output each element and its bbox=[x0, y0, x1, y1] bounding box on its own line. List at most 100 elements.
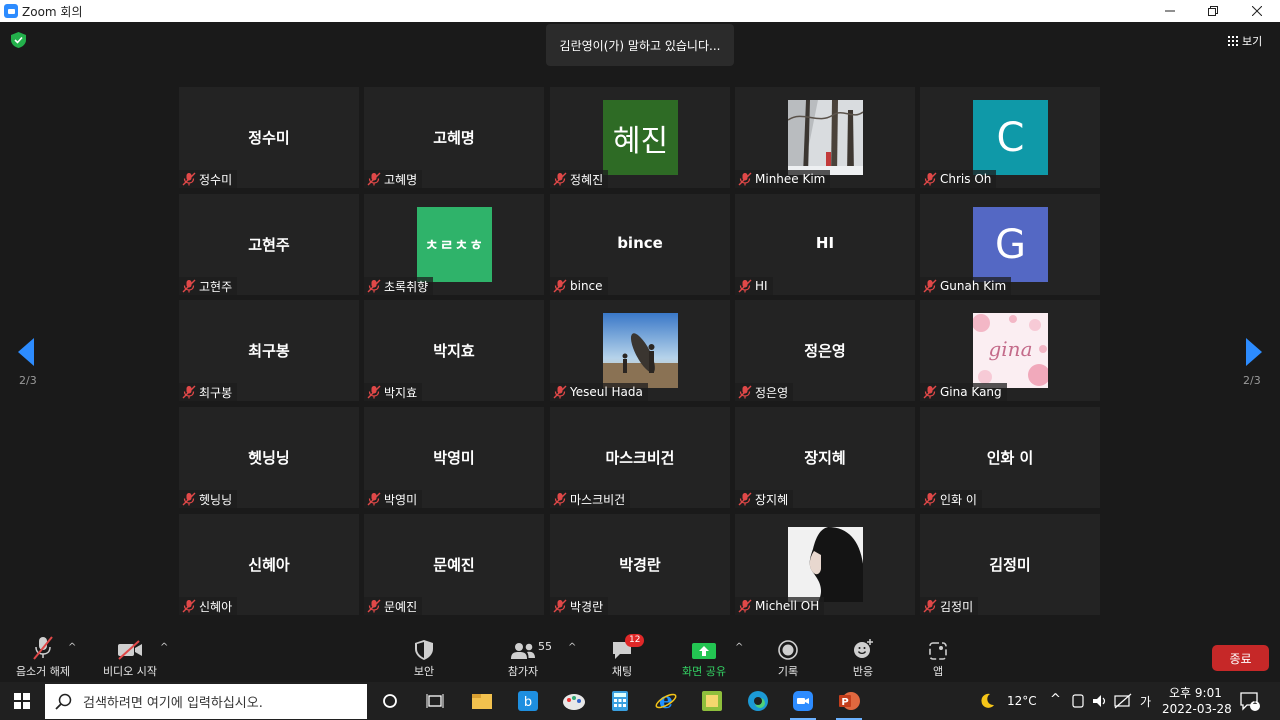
microphone-muted-icon bbox=[33, 636, 53, 660]
calculator-icon[interactable] bbox=[605, 686, 635, 716]
participant-tile[interactable]: bince bince bbox=[550, 194, 730, 295]
task-view-icon[interactable] bbox=[420, 686, 450, 716]
muted-microphone-icon bbox=[738, 492, 752, 506]
taskbar-search-box[interactable]: 검색하려면 여기에 입력하십시오. bbox=[45, 684, 367, 719]
participant-name-label: 헷닝닝 bbox=[199, 492, 233, 507]
participant-name-label: 장지혜 bbox=[755, 492, 789, 507]
participant-tile[interactable]: Yeseul Hada bbox=[550, 300, 730, 401]
cortana-icon[interactable] bbox=[375, 686, 405, 716]
windows-start-icon[interactable] bbox=[14, 693, 30, 709]
participant-tile[interactable]: 고혜명 고혜명 bbox=[364, 87, 544, 188]
participant-display-name: 문예진 bbox=[433, 556, 475, 574]
participant-name-label: 신혜아 bbox=[199, 599, 233, 614]
minimize-button[interactable] bbox=[1147, 0, 1193, 22]
internet-explorer-icon[interactable]: e bbox=[651, 686, 681, 716]
reactions-button[interactable]: 반응 bbox=[843, 632, 883, 682]
audio-options-caret-icon[interactable]: ^ bbox=[68, 642, 76, 653]
next-page-arrow-icon[interactable] bbox=[1244, 338, 1262, 366]
participant-tile[interactable]: 마스크비건 마스크비건 bbox=[550, 407, 730, 508]
store-app-icon[interactable]: b bbox=[513, 686, 543, 716]
prev-page-arrow-icon[interactable] bbox=[18, 338, 36, 366]
participant-name-tag: Gina Kang bbox=[920, 383, 1007, 401]
participant-tile[interactable]: 정수미 정수미 bbox=[179, 87, 359, 188]
tray-device-icon[interactable] bbox=[1071, 693, 1085, 709]
edge-browser-icon[interactable] bbox=[743, 686, 773, 716]
participant-tile[interactable]: 고현주 고현주 bbox=[179, 194, 359, 295]
notification-center-icon[interactable] bbox=[1240, 692, 1262, 712]
volume-icon[interactable] bbox=[1092, 693, 1108, 709]
participant-tile[interactable]: 박지효 박지효 bbox=[364, 300, 544, 401]
muted-microphone-icon bbox=[923, 172, 937, 186]
participant-tile[interactable]: 정은영 정은영 bbox=[735, 300, 915, 401]
participant-name-tag: 헷닝닝 bbox=[179, 490, 238, 508]
clock-time[interactable]: 오후 9:01 bbox=[1169, 684, 1222, 701]
avatar-initials: C bbox=[996, 114, 1025, 161]
participant-tile[interactable]: 문예진 문예진 bbox=[364, 514, 544, 615]
paint-app-icon[interactable] bbox=[559, 686, 589, 716]
participants-caret-icon[interactable]: ^ bbox=[568, 642, 576, 653]
participant-name-tag: 정혜진 bbox=[550, 170, 609, 188]
participant-tile[interactable]: HI HI bbox=[735, 194, 915, 295]
avatar-initials: ㅊㄹㅊㅎ bbox=[424, 236, 485, 254]
participant-name-label: Michell OH bbox=[755, 599, 820, 613]
apps-button[interactable]: 앱 bbox=[924, 632, 952, 682]
share-screen-arrow-icon bbox=[692, 643, 716, 659]
participant-tile[interactable]: 김정미 김정미 bbox=[920, 514, 1100, 615]
powerpoint-icon[interactable]: P bbox=[834, 686, 864, 720]
profile-photo bbox=[788, 100, 863, 175]
chat-button[interactable]: 12 채팅 bbox=[604, 632, 645, 682]
unmute-button[interactable]: 음소거 해제 bbox=[10, 632, 76, 682]
share-options-caret-icon[interactable]: ^ bbox=[735, 642, 743, 653]
sticky-notes-icon[interactable] bbox=[697, 686, 727, 716]
participant-display-name: 박지효 bbox=[433, 342, 475, 360]
participant-tile[interactable]: G Gunah Kim bbox=[920, 194, 1100, 295]
participant-name-tag: 장지혜 bbox=[735, 490, 794, 508]
participant-tile[interactable]: 장지혜 장지혜 bbox=[735, 407, 915, 508]
tray-chevron-up-icon[interactable]: ^ bbox=[1050, 692, 1061, 707]
network-icon[interactable] bbox=[1114, 693, 1132, 709]
encryption-shield-icon[interactable] bbox=[11, 32, 26, 48]
participant-tile[interactable]: 박영미 박영미 bbox=[364, 407, 544, 508]
participant-tile[interactable]: 최구봉 최구봉 bbox=[179, 300, 359, 401]
participant-name-tag: 박영미 bbox=[364, 490, 423, 508]
muted-microphone-icon bbox=[182, 172, 196, 186]
participant-display-name: 헷닝닝 bbox=[248, 449, 290, 467]
security-button[interactable]: 보안 bbox=[404, 632, 444, 682]
view-button[interactable]: 보기 bbox=[1228, 33, 1262, 49]
close-icon bbox=[1252, 6, 1262, 16]
muted-microphone-icon bbox=[367, 385, 381, 399]
meeting-area: 김란영이(가) 말하고 있습니다... 보기 2/3 2/3 정수미 정수미 고혜명… bbox=[0, 22, 1280, 632]
record-button[interactable]: 기록 bbox=[768, 632, 808, 682]
share-screen-button[interactable]: 화면 공유 bbox=[676, 632, 732, 682]
participant-tile[interactable]: 신혜아 신혜아 bbox=[179, 514, 359, 615]
profile-avatar: 혜진 bbox=[603, 100, 678, 175]
participant-tile[interactable]: gina Gina Kang bbox=[920, 300, 1100, 401]
ime-indicator[interactable]: 가 bbox=[1140, 693, 1151, 710]
participant-display-name: 장지혜 bbox=[804, 449, 846, 467]
participant-tile[interactable]: C Chris Oh bbox=[920, 87, 1100, 188]
participant-tile[interactable]: ㅊㄹㅊㅎ 초록취향 bbox=[364, 194, 544, 295]
participant-tile[interactable]: 헷닝닝 헷닝닝 bbox=[179, 407, 359, 508]
start-video-button[interactable]: 비디오 시작 bbox=[98, 632, 162, 682]
chat-label: 채팅 bbox=[611, 665, 633, 678]
participant-name-tag: bince bbox=[550, 277, 608, 295]
participant-tile[interactable]: 박경란 박경란 bbox=[550, 514, 730, 615]
participant-tile[interactable]: 혜진 정혜진 bbox=[550, 87, 730, 188]
clock-date[interactable]: 2022-03-28 bbox=[1162, 702, 1232, 716]
participant-tile[interactable]: 인화 이 인화 이 bbox=[920, 407, 1100, 508]
participant-tile[interactable]: Michell OH bbox=[735, 514, 915, 615]
weather-temperature[interactable]: 12°C bbox=[1007, 694, 1037, 708]
close-button[interactable] bbox=[1234, 0, 1280, 22]
video-options-caret-icon[interactable]: ^ bbox=[160, 642, 168, 653]
end-meeting-button[interactable]: 종료 bbox=[1212, 645, 1269, 671]
muted-microphone-icon bbox=[182, 492, 196, 506]
participant-tile[interactable]: Minhee Kim bbox=[735, 87, 915, 188]
svg-text:e: e bbox=[659, 689, 673, 713]
muted-microphone-icon bbox=[738, 172, 752, 186]
restore-button[interactable] bbox=[1190, 0, 1236, 22]
zoom-taskbar-icon[interactable] bbox=[788, 686, 818, 720]
share-screen-label: 화면 공유 bbox=[682, 665, 726, 678]
participant-name-label: 최구봉 bbox=[199, 385, 233, 400]
participant-name-label: 김정미 bbox=[940, 599, 974, 614]
file-explorer-icon[interactable] bbox=[467, 686, 497, 716]
